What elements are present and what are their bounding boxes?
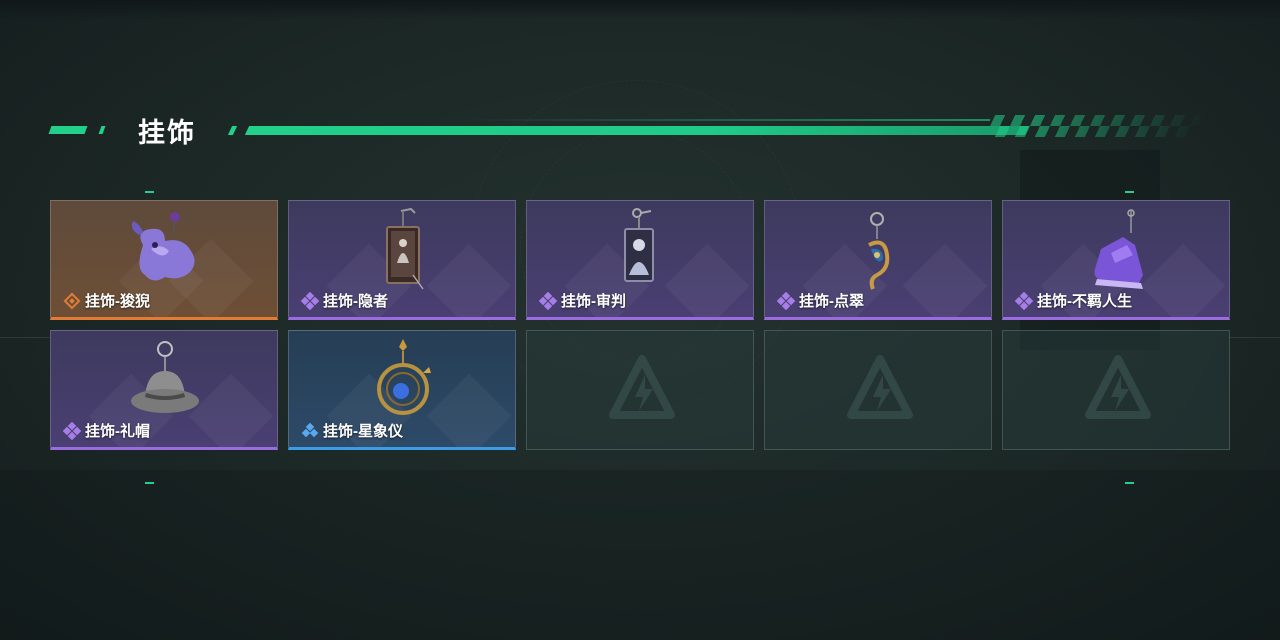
- header-accent-line: [244, 126, 1030, 135]
- item-card[interactable]: 挂饰-星象仪: [288, 330, 516, 450]
- top-shadow-band: [0, 0, 1280, 20]
- item-name: 挂饰-审判: [561, 293, 626, 310]
- item-name: 挂饰-星象仪: [323, 423, 403, 440]
- item-label: 挂饰-点翠: [777, 290, 864, 311]
- item-label: 挂饰-不羁人生: [1015, 290, 1132, 311]
- item-label: 挂饰-礼帽: [63, 420, 150, 441]
- header-accent-tick: [98, 126, 106, 134]
- item-card[interactable]: 挂饰-不羁人生: [1002, 200, 1230, 320]
- item-card[interactable]: 挂饰-点翠: [764, 200, 992, 320]
- header-accent-tick: [227, 126, 238, 135]
- purple-lion-charm-icon: [131, 212, 195, 281]
- header-checker-pattern: [984, 115, 1208, 137]
- header-accent-bar: [48, 126, 88, 134]
- rarity-blue-icon: [301, 422, 319, 437]
- rarity-purple-icon: [1015, 291, 1033, 310]
- rarity-purple-icon: [63, 421, 81, 440]
- top-hat-charm-icon: [131, 341, 199, 413]
- item-label: 挂饰-隐者: [301, 290, 388, 311]
- empty-slot: [1002, 330, 1230, 450]
- guide-line: [0, 337, 50, 338]
- section-title: 挂饰: [138, 118, 196, 148]
- header-thin-line: [460, 119, 990, 121]
- background-building: [0, 470, 1280, 640]
- item-label: 挂饰-星象仪: [301, 420, 403, 441]
- item-card[interactable]: 挂饰-审判: [526, 200, 754, 320]
- item-label: 挂饰-狻猊: [63, 290, 150, 311]
- judgement-card-charm-icon: [624, 208, 654, 282]
- astrolabe-charm-icon: [377, 339, 431, 415]
- item-card[interactable]: 挂饰-隐者: [288, 200, 516, 320]
- item-card[interactable]: 挂饰-狻猊: [50, 200, 278, 320]
- empty-slot: [526, 330, 754, 450]
- charm-grid: 挂饰-狻猊 挂饰-隐者 挂饰-审判 挂饰-点翠 挂饰-不羁人生 挂饰-礼帽 挂饰…: [50, 200, 1230, 450]
- empty-slot-logo-icon: [609, 355, 675, 419]
- rarity-purple-icon: [777, 291, 795, 310]
- empty-slot-logo-icon: [1085, 355, 1151, 419]
- phoenix-hairpin-charm-icon: [868, 212, 890, 290]
- item-label: 挂饰-审判: [539, 290, 626, 311]
- item-name: 挂饰-狻猊: [85, 293, 150, 310]
- corner-mark: [145, 482, 154, 484]
- rarity-purple-icon: [301, 291, 319, 310]
- item-name: 挂饰-点翠: [799, 293, 864, 310]
- rarity-orange-icon: [63, 292, 81, 309]
- section-header: 挂饰: [0, 108, 1280, 148]
- item-name: 挂饰-不羁人生: [1037, 293, 1132, 310]
- item-name: 挂饰-隐者: [323, 293, 388, 310]
- guide-line: [1230, 337, 1280, 338]
- sneaker-charm-icon: [1094, 209, 1143, 289]
- item-name: 挂饰-礼帽: [85, 423, 150, 440]
- corner-mark: [145, 191, 154, 193]
- empty-slot-logo-icon: [847, 355, 913, 419]
- rarity-purple-icon: [539, 291, 557, 310]
- empty-slot: [764, 330, 992, 450]
- item-card[interactable]: 挂饰-礼帽: [50, 330, 278, 450]
- corner-mark: [1125, 191, 1134, 193]
- corner-mark: [1125, 482, 1134, 484]
- hermit-card-charm-icon: [386, 207, 424, 290]
